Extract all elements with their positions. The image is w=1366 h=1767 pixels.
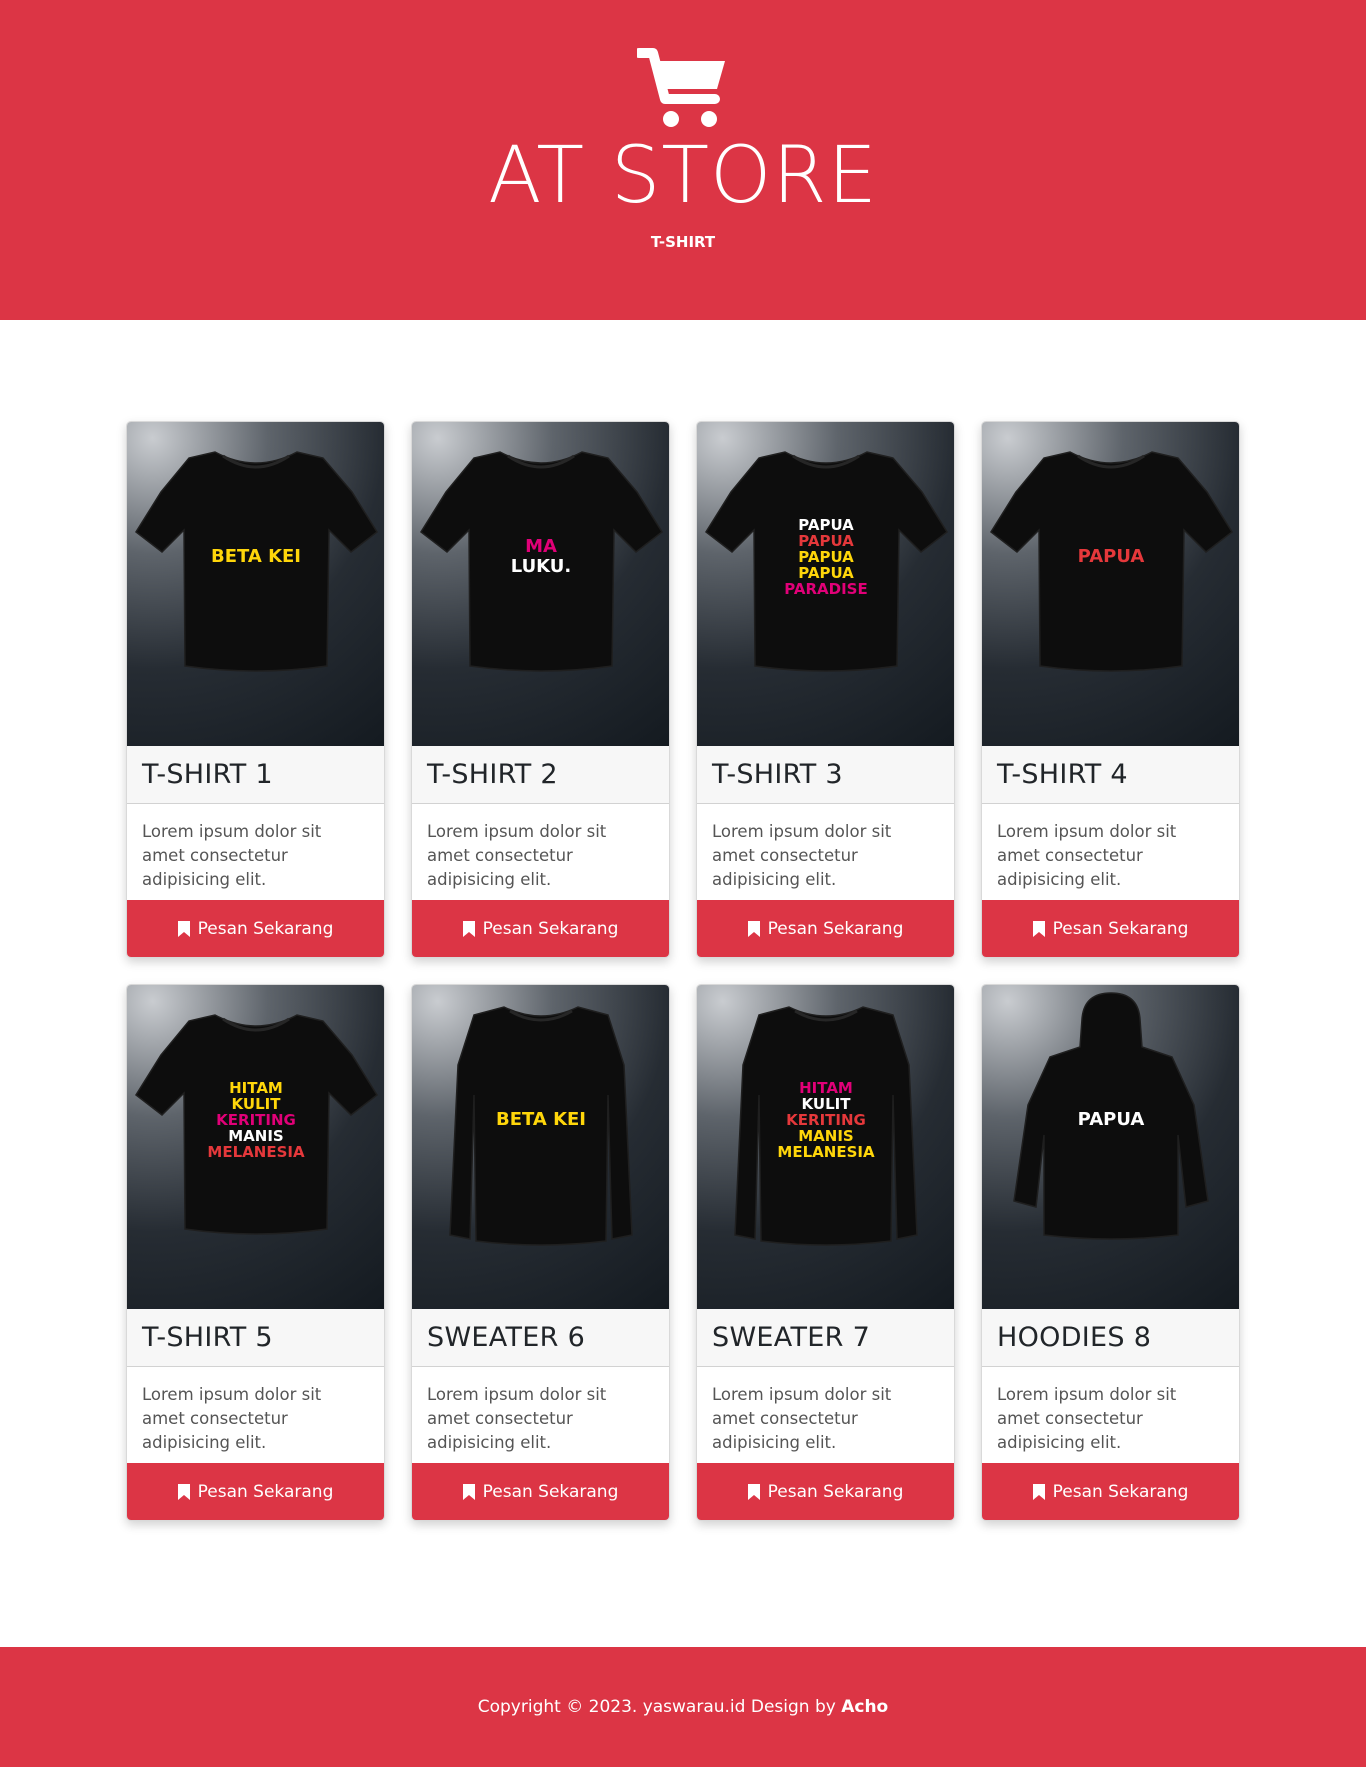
product-title: T-SHIRT 1 xyxy=(142,759,273,790)
tshirt-image: HITAMKULITKERITINGMANISMELANESIA xyxy=(135,1014,378,1235)
bookmark-icon xyxy=(747,920,760,937)
order-now-label: Pesan Sekarang xyxy=(767,918,904,939)
product-description: Lorem ipsum dolor sit amet consectetur a… xyxy=(142,822,322,889)
order-now-label: Pesan Sekarang xyxy=(197,918,334,939)
product-image: PAPUA PAPUA PAPUA PAPUA PARADISE xyxy=(697,422,954,746)
product-image: PAPUA xyxy=(982,422,1239,746)
card-header: SWEATER 7 xyxy=(697,1309,954,1367)
card-header: T-SHIRT 2 xyxy=(412,746,669,804)
product-title: T-SHIRT 2 xyxy=(427,759,558,790)
product-description: Lorem ipsum dolor sit amet consectetur a… xyxy=(997,822,1177,889)
product-card: BETA KEI SWEATER 6 Lorem ipsum dolor sit a… xyxy=(411,984,670,1521)
bookmark-icon xyxy=(1032,920,1045,937)
order-now-button[interactable]: Pesan Sekarang xyxy=(697,900,954,957)
store-subtitle: T-SHIRT xyxy=(650,233,716,251)
site-header: AT STORE T-SHIRT xyxy=(0,0,1366,320)
garment-print-text: LUKU. xyxy=(511,556,572,577)
card-header: T-SHIRT 4 xyxy=(982,746,1239,804)
tshirt-image: MALUKU. xyxy=(420,451,663,672)
order-now-label: Pesan Sekarang xyxy=(482,1481,619,1502)
garment-print-text: PAPUA xyxy=(1078,1109,1145,1130)
garment-print-text: PAPUA xyxy=(1078,546,1145,567)
product-description: Lorem ipsum dolor sit amet consectetur a… xyxy=(142,1385,322,1452)
order-now-button[interactable]: Pesan Sekarang xyxy=(982,900,1239,957)
order-now-label: Pesan Sekarang xyxy=(1052,1481,1189,1502)
product-title: HOODIES 8 xyxy=(997,1322,1152,1353)
sweater-image: HITAMKULITKERITINGMANISMELANESIA xyxy=(734,1006,918,1246)
card-header: T-SHIRT 3 xyxy=(697,746,954,804)
order-now-button[interactable]: Pesan Sekarang xyxy=(127,900,384,957)
product-description: Lorem ipsum dolor sit amet consectetur a… xyxy=(712,822,892,889)
product-image: BETA KEI xyxy=(127,422,384,746)
product-image: HITAM KULIT KERITING MANIS MELANESIA xyxy=(697,985,954,1309)
card-header: T-SHIRT 5 xyxy=(127,1309,384,1367)
bookmark-icon xyxy=(462,920,475,937)
bookmark-icon xyxy=(462,1483,475,1500)
product-card: HITAM KULIT KERITING MANIS MELANESIA SWEATER … xyxy=(696,984,955,1521)
garment-print-text: MELANESIA xyxy=(777,1143,875,1161)
footer-copyright-text: Copyright © 2023. yaswarau.id Design by xyxy=(477,1697,836,1717)
product-card: PAPUA T-SHIRT 4 Lorem ipsum dolor sit amet… xyxy=(981,421,1240,958)
order-now-label: Pesan Sekarang xyxy=(767,1481,904,1502)
tshirt-image: BETA KEI xyxy=(135,451,378,672)
bookmark-icon xyxy=(177,1483,190,1500)
order-now-label: Pesan Sekarang xyxy=(482,918,619,939)
product-card: PAPUA PAPUA PAPUA PAPUA PARADISE T-SHIRT 3 Lor… xyxy=(696,421,955,958)
product-image: PAPUA xyxy=(982,985,1239,1309)
bookmark-icon xyxy=(747,1483,760,1500)
bookmark-icon xyxy=(177,920,190,937)
product-title: SWEATER 7 xyxy=(712,1322,871,1353)
product-title: T-SHIRT 5 xyxy=(142,1322,273,1353)
product-description: Lorem ipsum dolor sit amet consectetur a… xyxy=(427,1385,607,1452)
product-description: Lorem ipsum dolor sit amet consectetur a… xyxy=(427,822,607,889)
order-now-button[interactable]: Pesan Sekarang xyxy=(982,1463,1239,1520)
product-description: Lorem ipsum dolor sit amet consectetur a… xyxy=(997,1385,1177,1452)
card-header: HOODIES 8 xyxy=(982,1309,1239,1367)
card-header: SWEATER 6 xyxy=(412,1309,669,1367)
sweater-image: BETA KEI xyxy=(449,1006,633,1246)
tshirt-image: PAPUA xyxy=(990,451,1233,672)
product-title: T-SHIRT 4 xyxy=(997,759,1128,790)
footer-author[interactable]: Acho xyxy=(841,1697,888,1717)
product-card: BETA KEI T-SHIRT 1 Lorem ipsum dolor sit a… xyxy=(126,421,385,958)
product-card: MA LUKU. T-SHIRT 2 Lorem ipsum dolor sit am… xyxy=(411,421,670,958)
cart-icon xyxy=(637,48,725,127)
garment-print-text: PARADISE xyxy=(784,580,867,598)
product-image: MA LUKU. xyxy=(412,422,669,746)
product-image: HITAM KULIT KERITING MANIS MELANESIA xyxy=(127,985,384,1309)
product-description: Lorem ipsum dolor sit amet consectetur a… xyxy=(712,1385,892,1452)
footer-copyright: Copyright © 2023. yaswarau.id Design by … xyxy=(0,1695,1366,1719)
garment-print-text: BETA KEI xyxy=(496,1109,586,1130)
garment-print-text: BETA KEI xyxy=(211,546,301,567)
product-title: T-SHIRT 3 xyxy=(712,759,843,790)
bookmark-icon xyxy=(1032,1483,1045,1500)
product-card: PAPUA HOODIES 8 Lorem ipsum dolor sit amet… xyxy=(981,984,1240,1521)
site-footer: Copyright © 2023. yaswarau.id Design by … xyxy=(0,1647,1366,1767)
garment-print-text: MELANESIA xyxy=(207,1143,305,1161)
card-header: T-SHIRT 1 xyxy=(127,746,384,804)
product-card: HITAM KULIT KERITING MANIS MELANESIA T-SHIRT … xyxy=(126,984,385,1521)
garment-print-text: MA xyxy=(525,536,557,557)
product-title: SWEATER 6 xyxy=(427,1322,586,1353)
order-now-button[interactable]: Pesan Sekarang xyxy=(412,1463,669,1520)
order-now-label: Pesan Sekarang xyxy=(1052,918,1189,939)
product-image: BETA KEI xyxy=(412,985,669,1309)
order-now-button[interactable]: Pesan Sekarang xyxy=(412,900,669,957)
hoodie-image: PAPUA xyxy=(1013,992,1209,1240)
order-now-label: Pesan Sekarang xyxy=(197,1481,334,1502)
tshirt-image: PAPUAPAPUAPAPUAPAPUAPARADISE xyxy=(705,451,948,672)
store-title: AT STORE xyxy=(488,131,878,221)
product-grid: BETA KEI T-SHIRT 1 Lorem ipsum dolor sit a… xyxy=(126,421,1241,1521)
order-now-button[interactable]: Pesan Sekarang xyxy=(697,1463,954,1520)
order-now-button[interactable]: Pesan Sekarang xyxy=(127,1463,384,1520)
